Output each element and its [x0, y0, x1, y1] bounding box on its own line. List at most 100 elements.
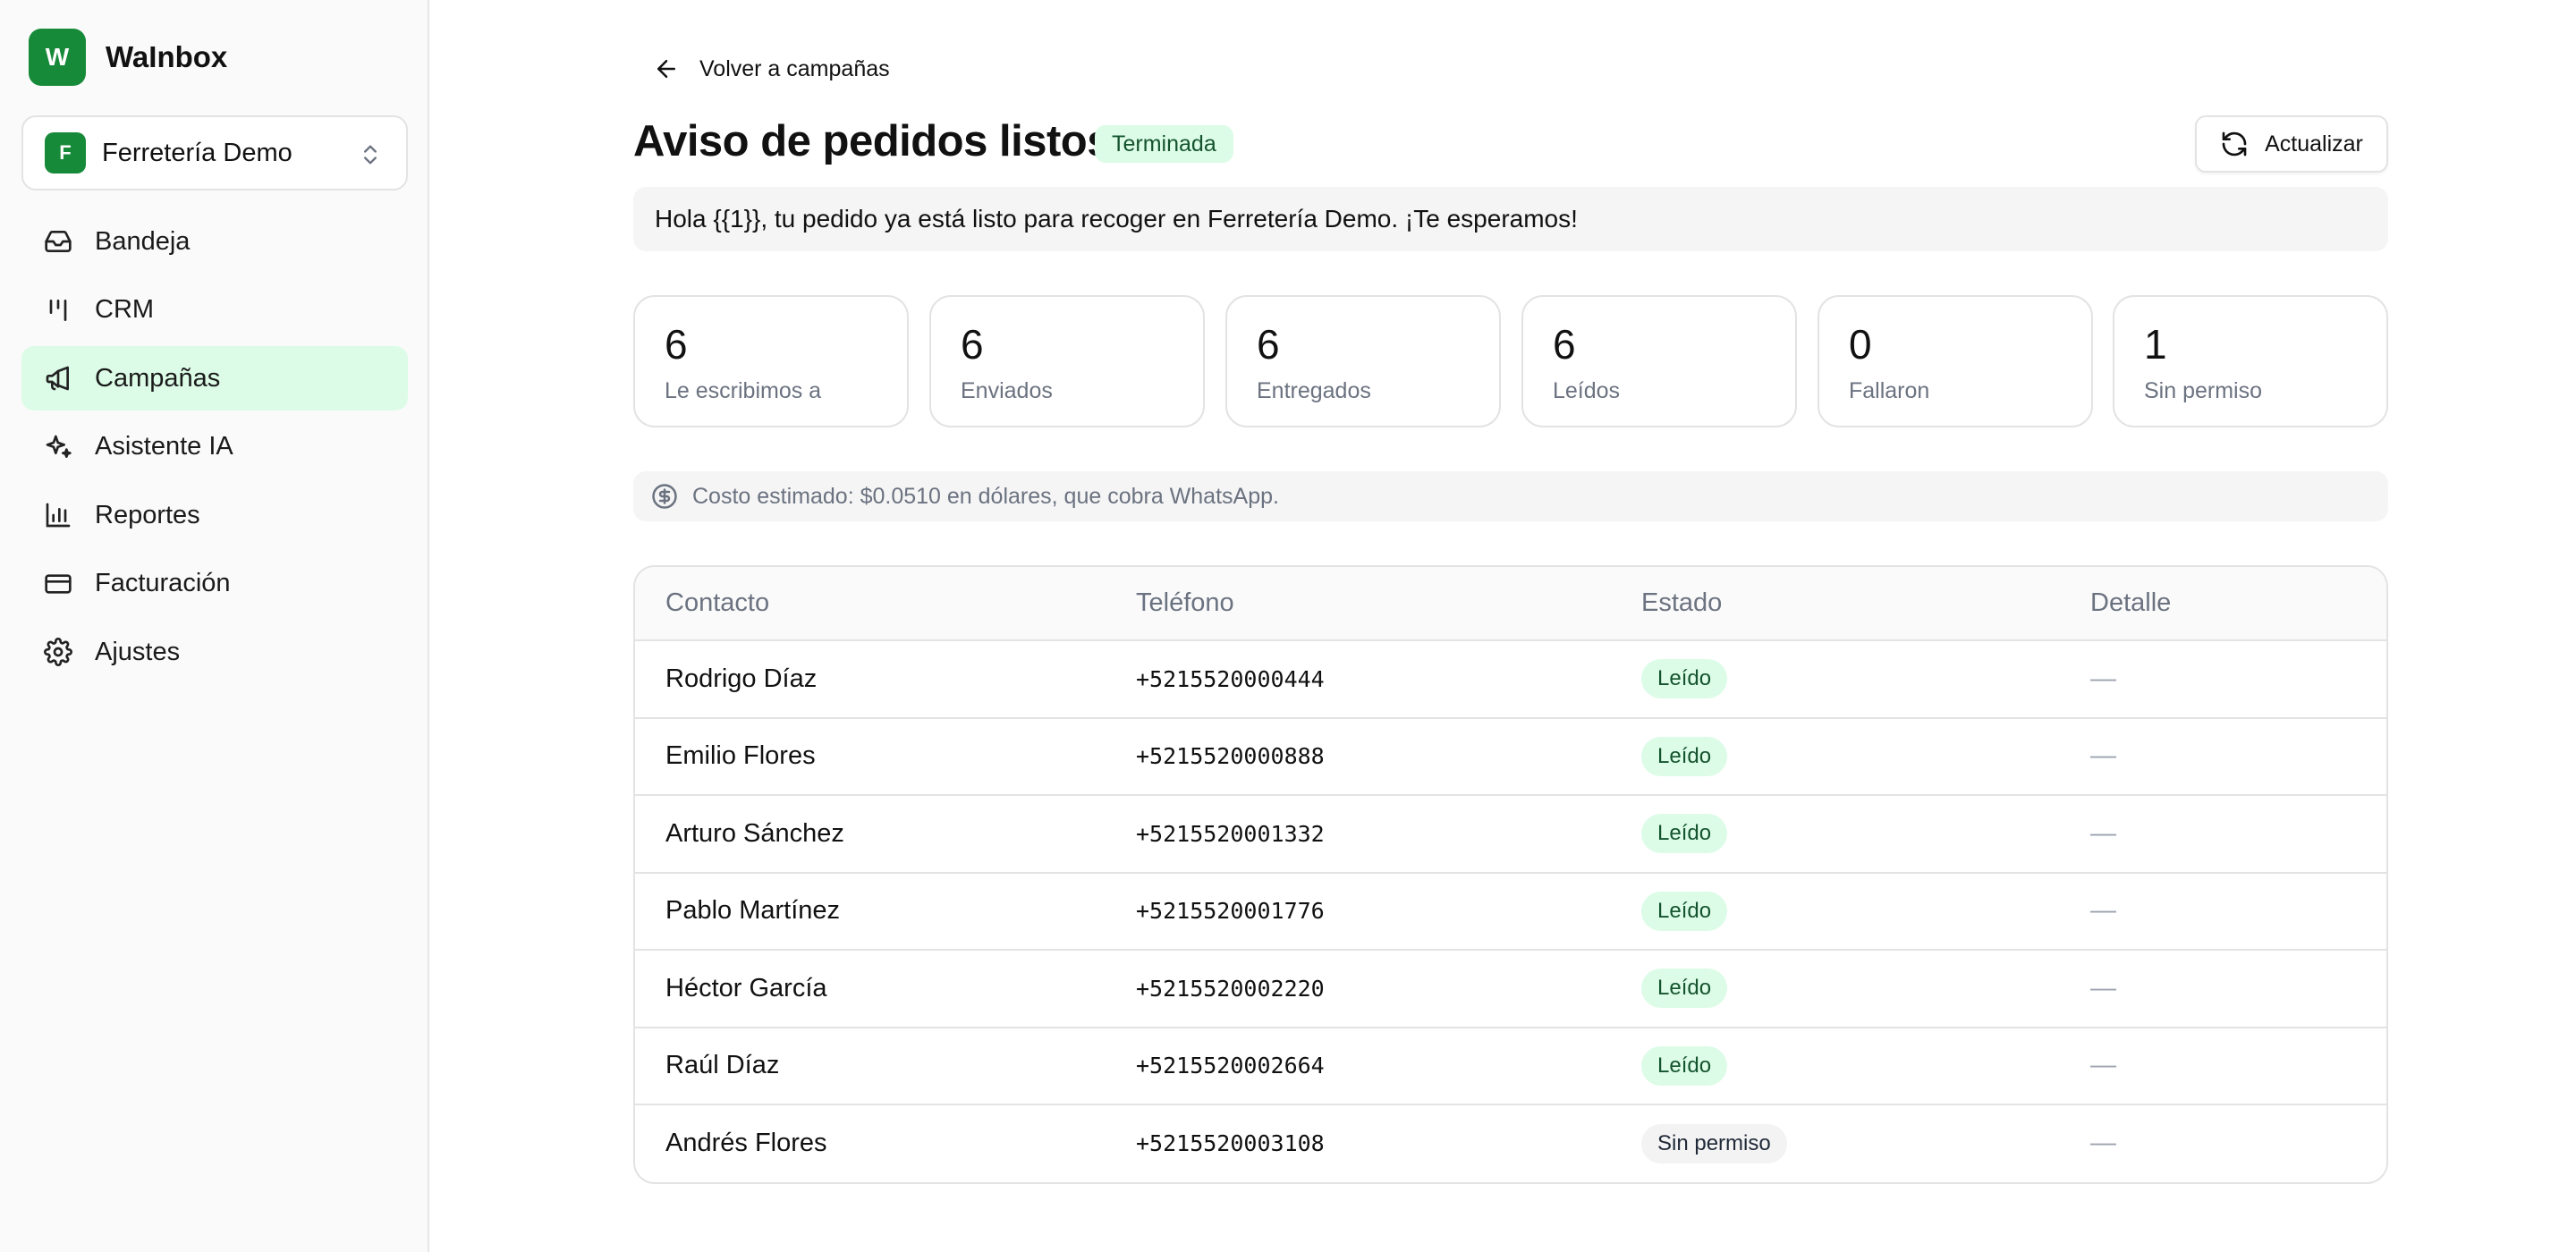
stat-value: 1: [2144, 321, 2167, 368]
campaign-message: Hola {{1}}, tu pedido ya está listo para…: [633, 187, 2388, 251]
page-title: Aviso de pedidos listos: [633, 117, 1111, 165]
status-pill: Leído: [1641, 1045, 1728, 1086]
contact-name: Raúl Díaz: [635, 1027, 1136, 1105]
back-link-label: Volver a campañas: [699, 55, 890, 81]
contact-name: Arturo Sánchez: [635, 795, 1136, 874]
cost-estimate-text: Costo estimado: $0.0510 en dólares, que …: [692, 483, 1279, 509]
stat-card-failed: 0 Fallaron: [1818, 295, 2093, 427]
detail-value: —: [2090, 872, 2386, 951]
sidebar-item-asistente-ia[interactable]: Asistente IA: [21, 415, 408, 479]
table-header-row: Contacto Teléfono Estado Detalle: [635, 567, 2386, 641]
phone-number: +5215520002664: [1136, 1027, 1641, 1105]
stat-card-delivered: 6 Entregados: [1225, 295, 1501, 427]
refresh-button[interactable]: Actualizar: [2195, 115, 2388, 173]
status-pill: Leído: [1641, 891, 1728, 931]
stat-label: Enviados: [961, 377, 1053, 403]
recipients-table: Contacto Teléfono Estado Detalle Rodrigo…: [633, 565, 2388, 1184]
table-row[interactable]: Pablo Martínez +5215520001776 Leído —: [635, 872, 2386, 951]
table-row[interactable]: Andrés Flores +5215520003108 Sin permiso…: [635, 1104, 2386, 1182]
contact-name: Pablo Martínez: [635, 872, 1136, 951]
arrow-left-icon: [657, 60, 675, 78]
table-row[interactable]: Arturo Sánchez +5215520001332 Leído —: [635, 795, 2386, 874]
stat-label: Le escribimos a: [665, 377, 822, 403]
stat-label: Sin permiso: [2144, 377, 2262, 403]
sparkles-icon: [43, 432, 73, 462]
contact-name: Emilio Flores: [635, 717, 1136, 796]
status-pill: Leído: [1641, 814, 1728, 854]
refresh-button-label: Actualizar: [2265, 131, 2363, 156]
column-header-contact[interactable]: Contacto: [635, 567, 1136, 641]
sidebar-item-label: CRM: [95, 295, 155, 324]
stat-card-read: 6 Leídos: [1521, 295, 1797, 427]
brand-logo: W: [29, 29, 86, 86]
phone-number: +5215520002220: [1136, 950, 1641, 1028]
detail-value: —: [2090, 795, 2386, 874]
sidebar: W WaInbox F Ferretería Demo Bandeja CRM …: [0, 0, 429, 1252]
sidebar-item-label: Bandeja: [95, 226, 191, 256]
kanban-icon: [43, 295, 73, 326]
table-row[interactable]: Héctor García +5215520002220 Leído —: [635, 950, 2386, 1028]
stat-card-sent: 6 Enviados: [929, 295, 1205, 427]
sidebar-nav: Bandeja CRM Campañas Asistente IA Report…: [21, 209, 408, 689]
detail-value: —: [2090, 717, 2386, 796]
status-pill: Leído: [1641, 969, 1728, 1009]
status-badge: Terminada: [1095, 125, 1233, 163]
sidebar-item-label: Asistente IA: [95, 432, 233, 461]
sidebar-item-crm[interactable]: CRM: [21, 278, 408, 343]
credit-card-icon: [43, 569, 73, 599]
sidebar-item-label: Reportes: [95, 500, 200, 529]
table-row[interactable]: Rodrigo Díaz +5215520000444 Leído —: [635, 640, 2386, 719]
sidebar-item-label: Facturación: [95, 569, 231, 597]
cost-estimate: Costo estimado: $0.0510 en dólares, que …: [633, 471, 2388, 521]
detail-value: —: [2090, 1027, 2386, 1105]
org-avatar: F: [45, 132, 86, 173]
phone-number: +5215520000444: [1136, 640, 1641, 719]
org-switcher[interactable]: F Ferretería Demo: [21, 115, 408, 190]
chevron-up-down-icon: [364, 145, 377, 165]
inbox-icon: [43, 226, 73, 257]
stat-value: 6: [961, 321, 984, 368]
sidebar-item-ajustes[interactable]: Ajustes: [21, 620, 408, 684]
status-pill: Leído: [1641, 659, 1728, 699]
refresh-icon: [2222, 131, 2247, 156]
contact-name: Rodrigo Díaz: [635, 640, 1136, 719]
phone-number: +5215520001332: [1136, 795, 1641, 874]
column-header-status[interactable]: Estado: [1641, 567, 2090, 641]
sidebar-item-label: Campañas: [95, 363, 221, 393]
megaphone-icon: [43, 363, 73, 393]
detail-value: —: [2090, 640, 2386, 719]
org-name: Ferretería Demo: [102, 138, 292, 167]
stat-card-no-permission: 1 Sin permiso: [2113, 295, 2388, 427]
table-row[interactable]: Raúl Díaz +5215520002664 Leído —: [635, 1027, 2386, 1105]
column-header-phone[interactable]: Teléfono: [1136, 567, 1641, 641]
contact-name: Héctor García: [635, 950, 1136, 1028]
contact-name: Andrés Flores: [665, 1129, 827, 1158]
sidebar-item-label: Ajustes: [95, 637, 181, 666]
phone-number: +5215520003108: [1136, 1130, 1325, 1157]
status-pill: Leído: [1641, 736, 1728, 776]
sidebar-item-facturacion[interactable]: Facturación: [21, 552, 408, 616]
stat-label: Leídos: [1553, 377, 1621, 403]
sidebar-item-bandeja[interactable]: Bandeja: [21, 209, 408, 274]
brand[interactable]: W WaInbox: [29, 29, 227, 86]
stat-card-written: 6 Le escribimos a: [633, 295, 909, 427]
column-header-detail[interactable]: Detalle: [2090, 567, 2386, 641]
gear-icon: [43, 637, 73, 667]
brand-name: WaInbox: [106, 40, 228, 73]
stat-value: 6: [1553, 321, 1576, 368]
phone-number: +5215520000888: [1136, 717, 1641, 796]
bar-chart-icon: [43, 500, 73, 530]
sidebar-item-campanas[interactable]: Campañas: [21, 346, 408, 410]
stat-value: 0: [1849, 321, 1872, 368]
table-row[interactable]: Emilio Flores +5215520000888 Leído —: [635, 717, 2386, 796]
detail-value: —: [2090, 1129, 2116, 1158]
stat-label: Fallaron: [1849, 377, 1930, 403]
stat-label: Entregados: [1257, 377, 1371, 403]
detail-value: —: [2090, 950, 2386, 1028]
dollar-circle-icon: [652, 484, 677, 509]
back-to-campaigns-link[interactable]: Volver a campañas: [653, 55, 890, 82]
sidebar-item-reportes[interactable]: Reportes: [21, 483, 408, 547]
status-pill: Sin permiso: [1641, 1123, 1787, 1163]
stat-value: 6: [1257, 321, 1280, 368]
stat-value: 6: [665, 321, 688, 368]
